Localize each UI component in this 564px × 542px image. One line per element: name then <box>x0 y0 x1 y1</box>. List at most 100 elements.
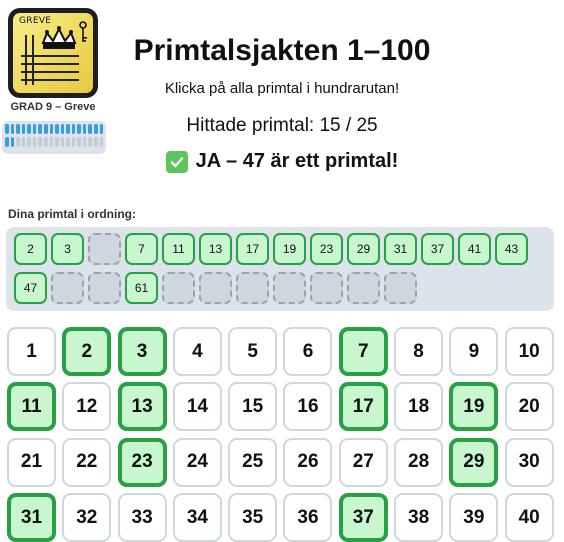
xp-pip <box>94 124 98 134</box>
number-cell[interactable]: 38 <box>394 493 444 542</box>
xp-pip <box>88 124 92 134</box>
xp-pip <box>38 137 42 147</box>
number-cell[interactable]: 1 <box>7 327 56 376</box>
number-cell[interactable]: 23 <box>117 437 167 487</box>
number-cell[interactable]: 6 <box>283 327 333 376</box>
xp-pip <box>77 124 81 134</box>
found-prime-slot: 19 <box>273 233 306 265</box>
xp-pip <box>21 137 26 147</box>
number-cell[interactable]: 21 <box>7 437 56 487</box>
empty-slot <box>88 233 121 265</box>
number-cell[interactable]: 9 <box>449 327 499 376</box>
check-icon <box>165 150 188 173</box>
number-cell[interactable]: 22 <box>62 437 112 487</box>
number-cell[interactable]: 24 <box>172 437 222 487</box>
number-cell[interactable]: 13 <box>117 382 167 432</box>
xp-pip <box>16 124 20 134</box>
number-cell[interactable]: 35 <box>228 493 278 542</box>
found-prime-slot: 31 <box>384 233 417 265</box>
found-prime-slot: 43 <box>495 233 528 265</box>
found-primes-list: 2 3 7 11 13 17 19 23 29 31 37 41 43 47 61 <box>6 227 554 311</box>
number-cell[interactable]: 15 <box>228 382 278 432</box>
number-cell[interactable]: 2 <box>62 327 112 376</box>
xp-pip <box>21 124 26 134</box>
number-cell[interactable]: 36 <box>283 493 333 542</box>
number-cell[interactable]: 11 <box>7 382 56 432</box>
xp-pip <box>71 137 76 147</box>
number-cell[interactable]: 8 <box>394 327 444 376</box>
number-cell[interactable]: 26 <box>283 437 333 487</box>
number-cell[interactable]: 4 <box>172 327 222 376</box>
xp-pip <box>32 124 37 134</box>
xp-pip <box>60 137 65 147</box>
number-cell[interactable]: 3 <box>117 327 167 376</box>
number-cell[interactable]: 5 <box>228 327 278 376</box>
xp-progress <box>2 121 106 154</box>
xp-pip <box>82 137 87 147</box>
xp-pip <box>5 137 9 147</box>
xp-pip <box>82 124 87 134</box>
grade-label: GRAD 9 – Greve <box>10 101 96 113</box>
xp-pip <box>99 137 104 147</box>
rank-badge: GREVE <box>8 8 98 98</box>
number-cell[interactable]: 18 <box>394 382 444 432</box>
found-prime-slot: 3 <box>51 233 84 265</box>
feedback-text: JA – 47 är ett primtal! <box>195 150 399 172</box>
empty-slot <box>88 271 121 304</box>
number-cell[interactable]: 17 <box>338 382 388 432</box>
xp-pip <box>32 137 37 147</box>
empty-slot <box>236 271 269 304</box>
number-cell[interactable]: 31 <box>7 493 56 542</box>
xp-pip <box>49 137 54 147</box>
crown-icon <box>21 21 87 85</box>
found-prime-slot: 23 <box>310 233 343 265</box>
number-cell[interactable]: 19 <box>449 382 499 432</box>
number-cell[interactable]: 7 <box>338 327 388 376</box>
xp-pip <box>71 124 76 134</box>
xp-pip <box>60 124 65 134</box>
xp-pip <box>66 137 70 147</box>
feedback-message: JA – 47 är ett primtal! <box>110 150 454 173</box>
number-cell[interactable]: 12 <box>62 382 112 432</box>
number-cell[interactable]: 10 <box>504 327 554 376</box>
number-cell[interactable]: 27 <box>338 437 388 487</box>
found-counter: Hittade primtal: 15 / 25 <box>186 115 378 136</box>
badge-emblem: GREVE <box>13 13 93 93</box>
found-prime-slot: 41 <box>458 233 491 265</box>
empty-slot <box>347 271 380 304</box>
found-prime-slot: 29 <box>347 233 380 265</box>
empty-slot <box>310 271 343 304</box>
number-cell[interactable]: 16 <box>283 382 333 432</box>
xp-pip <box>43 124 48 134</box>
empty-slot <box>51 271 84 304</box>
number-cell[interactable]: 40 <box>504 493 554 542</box>
number-cell[interactable]: 14 <box>172 382 222 432</box>
xp-pip <box>66 124 70 134</box>
xp-pip <box>27 137 31 147</box>
page-title: Primtalsjakten 1–100 <box>133 34 431 67</box>
xp-pip <box>55 124 59 134</box>
number-cell[interactable]: 34 <box>172 493 222 542</box>
xp-pip <box>49 124 54 134</box>
xp-row <box>5 137 104 147</box>
empty-slot <box>384 271 417 304</box>
found-prime-slot: 2 <box>14 233 47 265</box>
number-cell[interactable]: 37 <box>338 493 388 542</box>
xp-pip <box>5 124 9 134</box>
hundred-grid: 1 2 3 4 5 6 7 8 9 10 11 12 13 14 15 16 17 18 19 20 21 22 23 24 2… <box>7 327 554 542</box>
empty-slot <box>162 271 195 304</box>
number-cell[interactable]: 29 <box>449 437 499 487</box>
xp-pip <box>94 137 98 147</box>
found-prime-slot: 17 <box>236 233 269 265</box>
number-cell[interactable]: 33 <box>117 493 167 542</box>
number-cell[interactable]: 28 <box>394 437 444 487</box>
found-list-label: Dina primtal i ordning: <box>8 207 136 221</box>
xp-pip <box>27 124 31 134</box>
number-cell[interactable]: 32 <box>62 493 112 542</box>
number-cell[interactable]: 30 <box>504 437 554 487</box>
xp-pip <box>10 137 15 147</box>
number-cell[interactable]: 39 <box>449 493 499 542</box>
number-cell[interactable]: 20 <box>504 382 554 432</box>
empty-slot <box>199 271 232 304</box>
number-cell[interactable]: 25 <box>228 437 278 487</box>
